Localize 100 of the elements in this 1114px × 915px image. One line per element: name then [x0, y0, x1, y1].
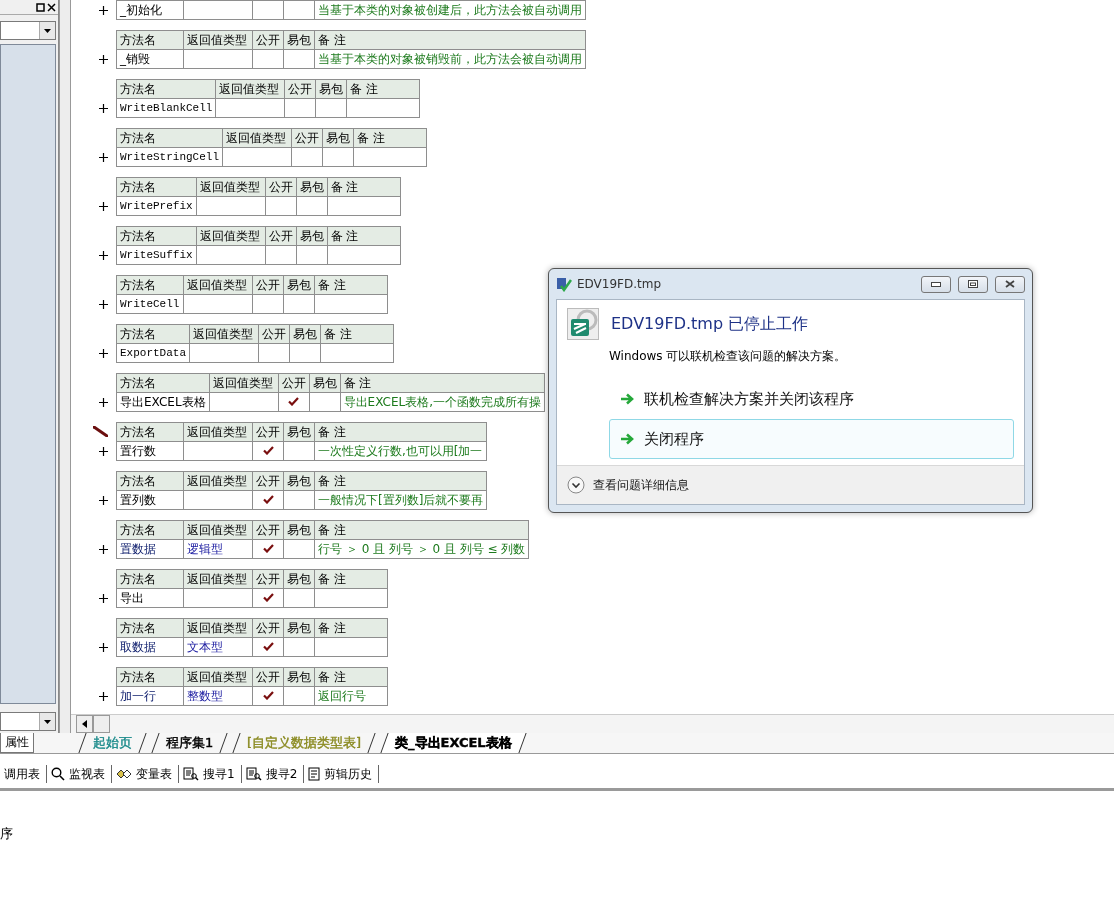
method-name-cell: WriteBlankCell: [116, 98, 216, 118]
expand-icon[interactable]: [99, 642, 108, 652]
expand-icon[interactable]: [99, 397, 108, 407]
expand-icon[interactable]: [99, 299, 108, 309]
details-toggle[interactable]: 查看问题详细信息: [567, 476, 689, 494]
public-cell: [258, 343, 290, 363]
column-header: 返回值类型: [183, 275, 253, 295]
column-header: 备 注: [314, 569, 388, 589]
left-arrow-icon[interactable]: [82, 720, 87, 728]
column-header: 返回值类型: [183, 667, 253, 687]
column-header: 备 注: [353, 128, 427, 148]
public-cell: [265, 196, 297, 216]
column-header: 备 注: [327, 177, 401, 197]
return-type-cell: 逻辑型: [183, 539, 253, 559]
scroll-thumb[interactable]: [93, 715, 110, 733]
column-header: 易包: [283, 422, 315, 442]
column-header: 备 注: [346, 79, 420, 99]
caret-icon: [44, 28, 51, 33]
column-header: 方法名: [116, 373, 210, 393]
restore-icon: [968, 280, 978, 288]
toolbar-button[interactable]: 搜寻1: [179, 765, 242, 783]
minimize-button[interactable]: [921, 275, 951, 293]
column-header: 返回值类型: [183, 30, 253, 50]
message-text: Windows 可以联机检查该问题的解决方案。: [609, 348, 848, 365]
column-header: 备 注: [314, 618, 388, 638]
toolbar-button[interactable]: 剪辑历史: [304, 765, 380, 783]
toolbar-button[interactable]: 变量表: [112, 765, 179, 783]
expand-icon[interactable]: [99, 348, 108, 358]
column-header: 易包: [315, 79, 347, 99]
column-header: 方法名: [116, 128, 223, 148]
expand-icon[interactable]: [99, 544, 108, 554]
remark-cell: 一般情况下[置列数]后就不要再: [314, 490, 487, 510]
return-type-cell: 整数型: [183, 686, 253, 706]
column-header: 公开: [252, 667, 284, 687]
return-type-cell: [196, 245, 266, 265]
method-name-cell: 导出: [116, 588, 184, 608]
close-button[interactable]: [995, 275, 1025, 293]
expand-icon[interactable]: [99, 103, 108, 113]
tab[interactable]: [自定义数据类型表]: [232, 733, 377, 753]
caret-icon: [44, 719, 51, 724]
column-header: 返回值类型: [183, 422, 253, 442]
dropdown[interactable]: [0, 21, 56, 40]
tab[interactable]: 起始页: [78, 733, 147, 753]
column-header: 公开: [284, 79, 316, 99]
return-type-cell: [189, 343, 259, 363]
column-header: 备 注: [314, 422, 486, 442]
app-icon: [556, 276, 572, 292]
column-header: 返回值类型: [183, 569, 253, 589]
dropdown[interactable]: [0, 712, 56, 731]
public-cell: [252, 0, 284, 20]
remark-cell: 导出EXCEL表格,一个函数完成所有操: [340, 392, 545, 412]
expand-icon[interactable]: [99, 152, 108, 162]
column-header: 易包: [283, 569, 315, 589]
close-icon[interactable]: [47, 2, 56, 12]
expand-icon[interactable]: [99, 54, 108, 64]
column-header: 方法名: [116, 520, 184, 540]
column-header: 公开: [278, 373, 310, 393]
tab[interactable]: 属性: [0, 733, 34, 753]
method-name-cell: WriteSuffix: [116, 245, 197, 265]
restore-button[interactable]: [958, 275, 988, 293]
column-header: 公开: [258, 324, 290, 344]
window-title: EDV19FD.tmp: [577, 277, 663, 291]
column-header: 备 注: [314, 667, 388, 687]
column-header: 备 注: [327, 226, 401, 246]
column-header: 易包: [309, 373, 341, 393]
column-header: 方法名: [116, 422, 184, 442]
expand-icon[interactable]: [99, 5, 108, 15]
command-link[interactable]: 关闭程序: [609, 419, 1014, 459]
toolbar-button[interactable]: 搜寻2: [241, 765, 305, 783]
tab[interactable]: 程序集1: [151, 733, 228, 753]
arrow-icon: [620, 393, 634, 405]
restore-icon[interactable]: [36, 2, 45, 12]
return-type-cell: [215, 98, 285, 118]
column-header: 公开: [265, 177, 297, 197]
column-header: 方法名: [116, 324, 190, 344]
easy-pack-cell: [283, 0, 315, 20]
minimize-icon: [931, 281, 941, 287]
column-header: 方法名: [116, 79, 216, 99]
toolbar-button[interactable]: 监视表: [47, 765, 112, 783]
column-header: 备 注: [314, 471, 487, 491]
column-header: 备 注: [314, 275, 388, 295]
expand-icon[interactable]: [99, 691, 108, 701]
column-header: 备 注: [314, 520, 529, 540]
column-header: 返回值类型: [215, 79, 285, 99]
remark-cell: 返回行号: [314, 686, 388, 706]
tab[interactable]: 类_导出EXCEL表格: [380, 733, 527, 753]
column-header: 备 注: [340, 373, 545, 393]
expand-icon[interactable]: [99, 446, 108, 456]
expand-icon[interactable]: [99, 593, 108, 603]
expand-icon[interactable]: [99, 250, 108, 260]
expand-icon[interactable]: [99, 495, 108, 505]
remark-cell: 当基于本类的对象被创建后，此方法会被自动调用: [314, 0, 586, 20]
method-name-cell: ExportData: [116, 343, 190, 363]
column-header: 公开: [252, 275, 284, 295]
toolbar-button[interactable]: 调用表: [0, 765, 47, 783]
method-name-cell: _初始化: [116, 0, 184, 20]
column-header: 公开: [265, 226, 297, 246]
expand-icon[interactable]: [99, 201, 108, 211]
column-header: 易包: [296, 177, 328, 197]
column-header: 方法名: [116, 275, 184, 295]
